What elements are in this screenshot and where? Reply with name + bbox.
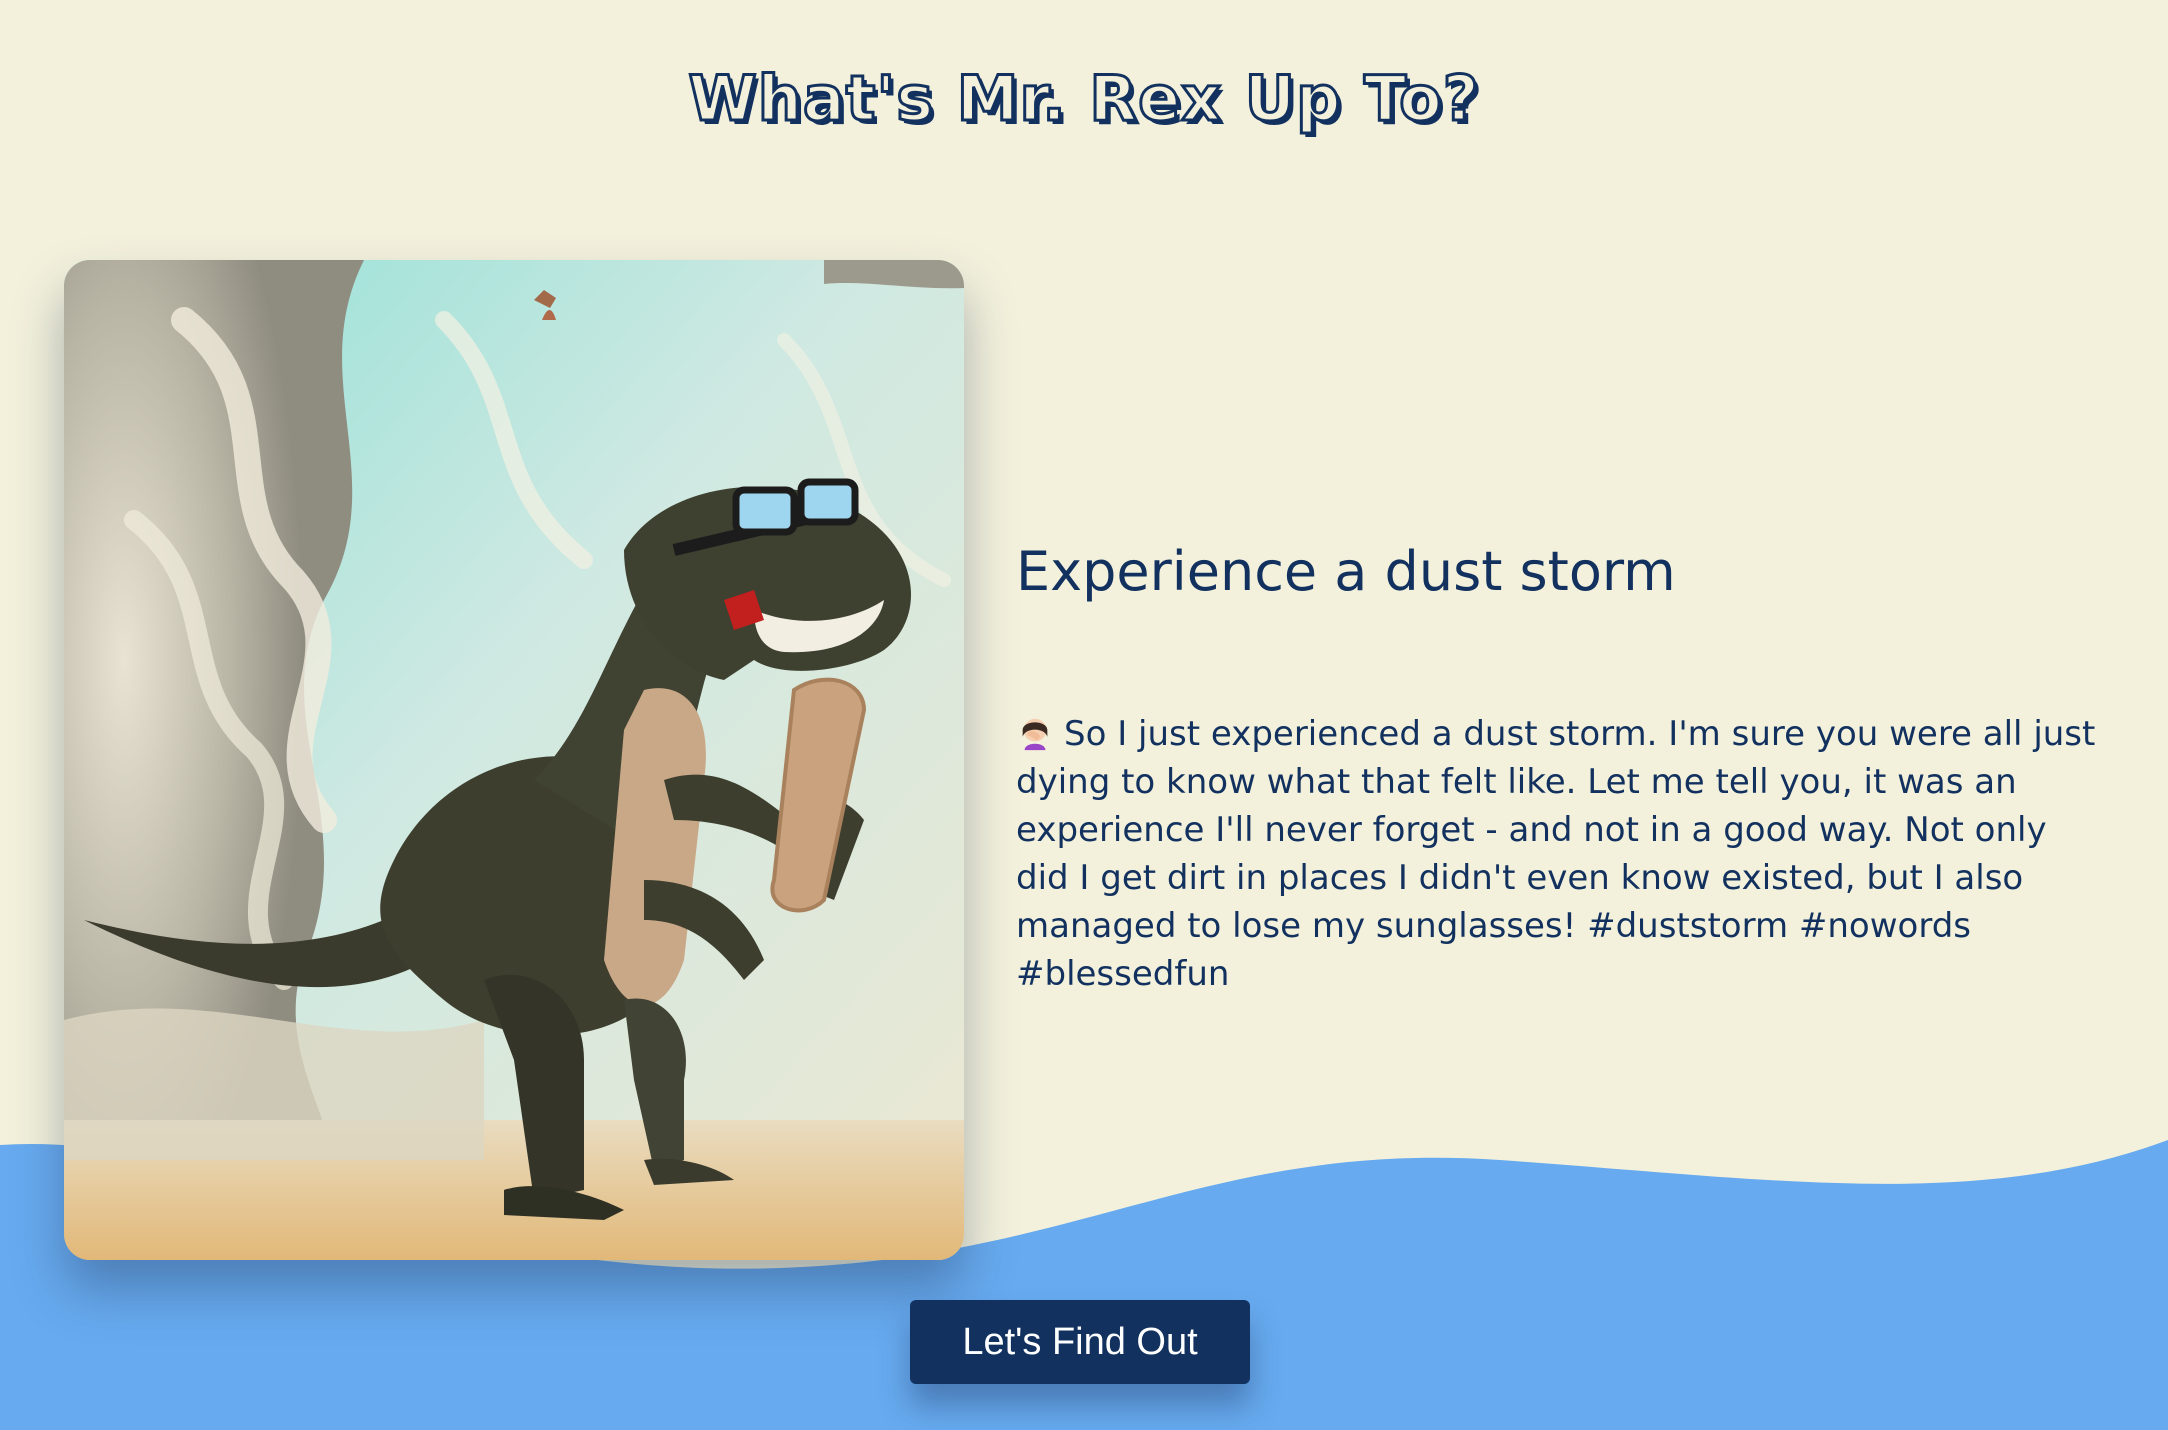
post-body: So I just experienced a dust storm. I'm … (1016, 710, 2096, 998)
lets-find-out-button[interactable]: Let's Find Out (910, 1300, 1250, 1384)
page: What's Mr. Rex Up To? Experience a dust … (0, 0, 2168, 1430)
post-title: Experience a dust storm (1016, 540, 1676, 603)
post-image (64, 260, 964, 1260)
woman-facepalming-icon (1022, 718, 1048, 751)
post-body-text: So I just experienced a dust storm. I'm … (1016, 714, 2096, 994)
dinosaur-illustration-icon (64, 260, 964, 1260)
page-title: What's Mr. Rex Up To? (687, 61, 1480, 137)
